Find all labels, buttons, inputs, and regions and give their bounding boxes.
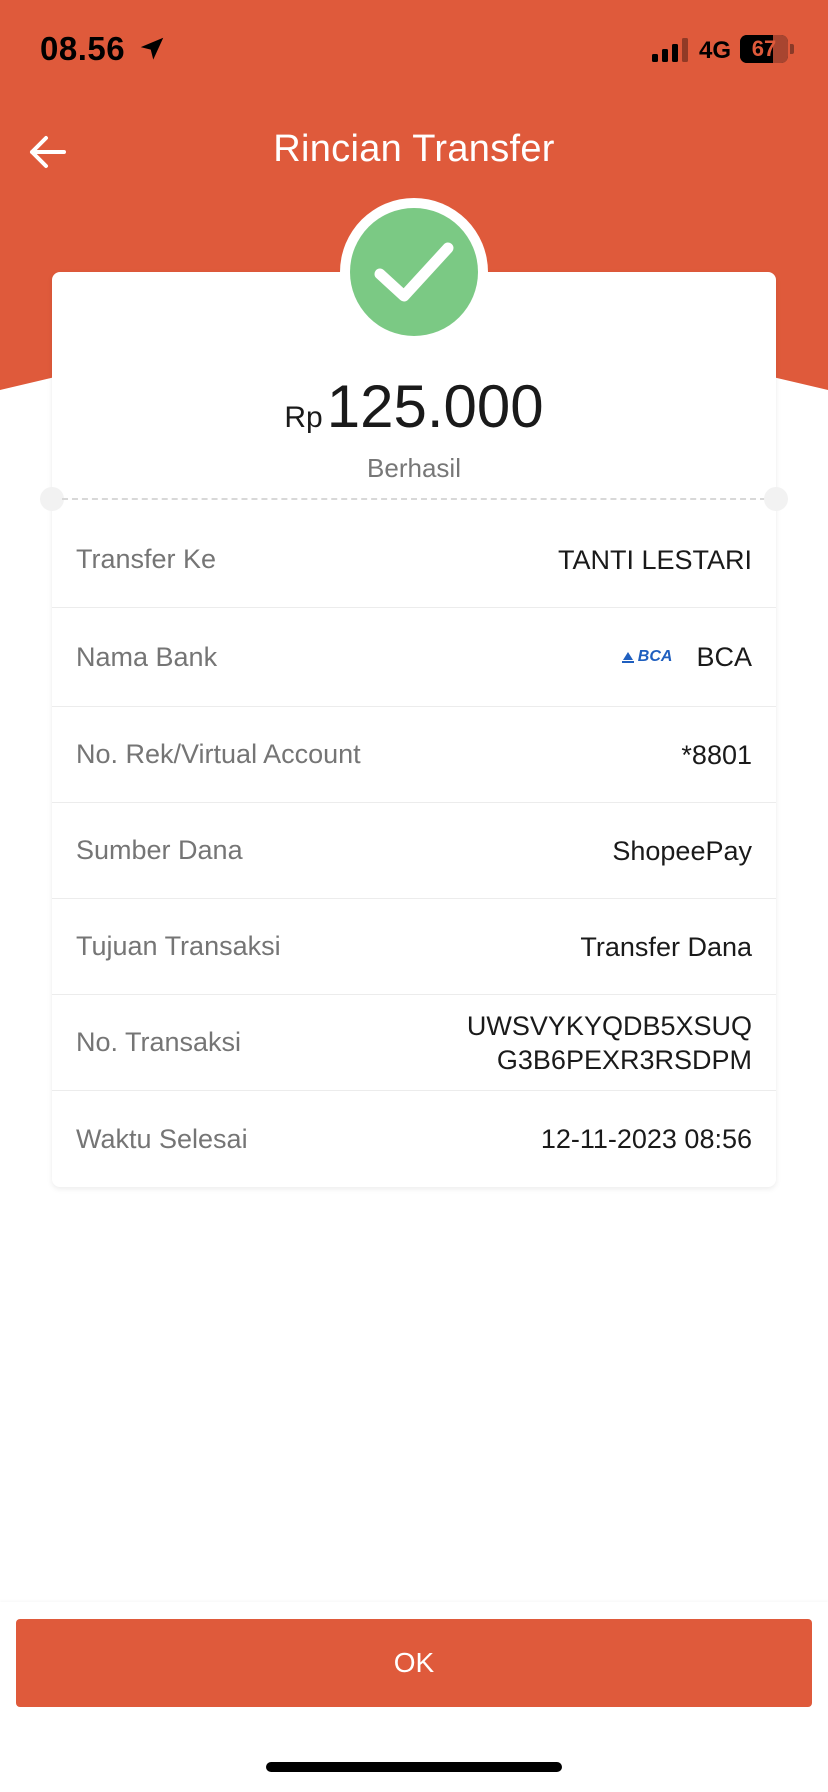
location-arrow-icon <box>140 37 164 60</box>
bca-logo-text: BCA <box>637 648 673 665</box>
ok-button[interactable]: OK <box>16 1619 812 1707</box>
detail-value: ShopeePay <box>612 835 752 866</box>
dashed-divider <box>62 498 766 500</box>
transaction-no-line-2: G3B6PEXR3RSDPM <box>496 1044 752 1075</box>
bank-logo-icon <box>621 652 634 663</box>
amount-value: 125.000 <box>326 373 544 440</box>
signal-bars-icon <box>652 38 688 62</box>
detail-label: No. Transaksi <box>76 1027 242 1057</box>
status-bar: 08.56 4G 67 <box>0 0 828 100</box>
bank-name: BCA <box>696 642 752 672</box>
transfer-details-screen: 08.56 4G 67 Rincian Transfer Rp125.000 B… <box>0 0 828 1792</box>
success-circle <box>350 208 478 336</box>
currency-label: Rp <box>284 401 323 434</box>
page-title: Rincian Transfer <box>273 128 555 170</box>
detail-row-transfer-to: Transfer Ke TANTI LESTARI <box>52 512 776 608</box>
status-time: 08.56 <box>40 30 126 67</box>
detail-value: UWSVYKYQDB5XSUQ G3B6PEXR3RSDPM <box>467 1009 752 1077</box>
transaction-no-line-1: UWSVYKYQDB5XSUQ <box>466 1010 752 1041</box>
success-badge <box>340 198 488 346</box>
card-notch-left <box>40 487 64 511</box>
detail-label: No. Rek/Virtual Account <box>76 739 361 769</box>
detail-row-transaction-no: No. Transaksi UWSVYKYQDB5XSUQ G3B6PEXR3R… <box>52 995 776 1091</box>
bca-logo: BCA <box>621 640 673 674</box>
check-icon <box>374 242 454 302</box>
transfer-status: Berhasil <box>367 453 461 483</box>
network-label: 4G <box>699 37 732 64</box>
home-indicator[interactable] <box>266 1762 562 1772</box>
detail-value: BCA BCA <box>621 640 752 674</box>
detail-value: TANTI LESTARI <box>557 544 752 575</box>
detail-value: Transfer Dana <box>580 931 752 962</box>
detail-label: Waktu Selesai <box>76 1123 248 1154</box>
battery-icon: 67 <box>740 35 794 63</box>
battery-level: 67 <box>751 36 777 61</box>
detail-label: Nama Bank <box>76 641 218 672</box>
detail-row-account: No. Rek/Virtual Account *8801 <box>52 707 776 803</box>
detail-label: Sumber Dana <box>76 835 243 865</box>
detail-row-purpose: Tujuan Transaksi Transfer Dana <box>52 899 776 995</box>
transfer-receipt-card: Rp125.000 Berhasil Transfer Ke TANTI LES… <box>40 272 788 1187</box>
detail-row-completed-time: Waktu Selesai 12-11-2023 08:56 <box>52 1091 776 1187</box>
card-notch-right <box>764 487 788 511</box>
detail-label: Transfer Ke <box>76 544 217 574</box>
detail-row-bank: Nama Bank BCA BCA <box>52 608 776 707</box>
detail-label: Tujuan Transaksi <box>76 931 281 961</box>
detail-value: 12-11-2023 08:56 <box>540 1124 752 1154</box>
detail-list: Transfer Ke TANTI LESTARI Nama Bank BCA … <box>52 512 776 1187</box>
amount-display: Rp125.000 <box>52 372 776 441</box>
detail-row-source: Sumber Dana ShopeePay <box>52 803 776 899</box>
detail-value: *8801 <box>681 739 752 770</box>
